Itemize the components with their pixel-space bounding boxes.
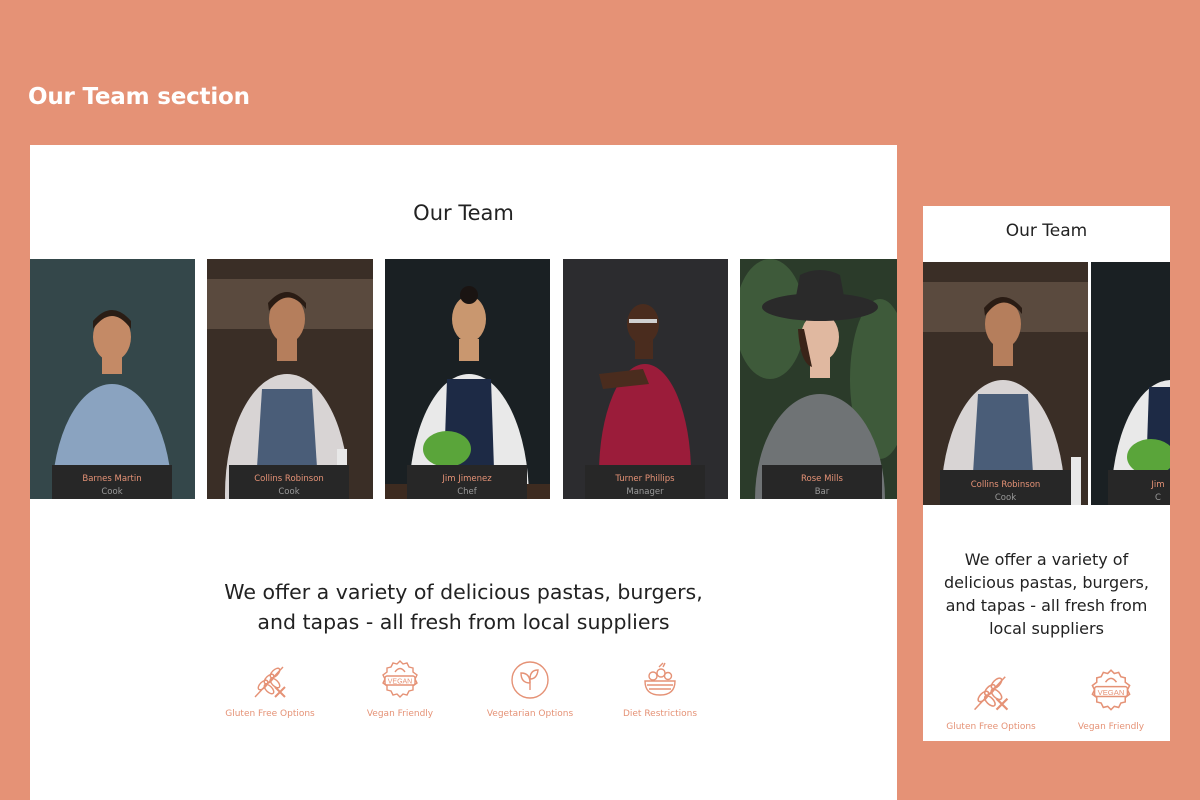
tagline: We offer a variety of delicious pastas, … bbox=[30, 577, 897, 637]
team-card-barnes-martin[interactable]: Barnes Martin Cook bbox=[30, 259, 195, 499]
name-plate: Barnes Martin Cook bbox=[52, 465, 172, 499]
feature-label: Vegan Friendly bbox=[366, 709, 434, 719]
member-role: C bbox=[1155, 493, 1161, 503]
member-role: Bar bbox=[814, 487, 830, 497]
team-card-collins-robinson[interactable]: Collins Robinson Cook bbox=[923, 262, 1088, 505]
vegan-badge-icon: VEGAN bbox=[382, 660, 418, 698]
member-name: Rose Mills bbox=[801, 474, 843, 484]
desktop-preview: Our Team Barnes Martin Cook Collins Robi… bbox=[30, 145, 897, 800]
member-name: Jim bbox=[1151, 480, 1165, 490]
member-role: Cook bbox=[994, 493, 1017, 503]
member-name: Jim Jimenez bbox=[442, 474, 492, 484]
feature-vegetarian: Vegetarian Options bbox=[470, 659, 590, 719]
name-plate: Jim Jimenez Chef bbox=[407, 465, 527, 499]
vegan-badge-icon: VEGAN bbox=[1091, 669, 1131, 711]
person-photo-icon bbox=[923, 262, 1088, 505]
member-name: Barnes Martin bbox=[82, 474, 142, 484]
feature-vegan: VEGAN Vegan Friendly bbox=[1051, 668, 1170, 732]
name-plate: Rose Mills Bar bbox=[762, 465, 882, 499]
section-label: Our Team section bbox=[28, 84, 250, 110]
member-role: Cook bbox=[101, 487, 123, 497]
member-role: Manager bbox=[626, 487, 664, 497]
tagline-line: We offer a variety of delicious pastas, … bbox=[224, 580, 703, 604]
svg-text:VEGAN: VEGAN bbox=[388, 679, 413, 686]
feature-diet: Diet Restrictions bbox=[600, 659, 720, 719]
svg-text:VEGAN: VEGAN bbox=[1098, 688, 1125, 697]
name-plate: Turner Phillips Manager bbox=[585, 465, 705, 499]
person-photo-icon bbox=[1091, 262, 1170, 505]
feature-label: Gluten Free Options bbox=[946, 722, 1036, 732]
tagline-line: delicious pastas, burgers, bbox=[944, 573, 1149, 592]
person-photo-icon bbox=[207, 259, 373, 499]
mobile-preview: Our Team Collins Robinson Cook Jim C We … bbox=[923, 206, 1170, 741]
team-card-rose-mills[interactable]: Rose Mills Bar bbox=[740, 259, 897, 499]
gluten-free-icon bbox=[254, 666, 286, 698]
team-heading: Our Team bbox=[1005, 221, 1088, 241]
team-card-jim-jimenez[interactable]: Jim Jimenez Chef bbox=[385, 259, 550, 499]
tagline-line: and tapas - all fresh from local supplie… bbox=[257, 610, 670, 634]
tagline-line: We offer a variety of bbox=[964, 550, 1129, 569]
person-photo-icon bbox=[385, 259, 550, 499]
person-photo-icon bbox=[30, 259, 195, 499]
person-photo-icon bbox=[563, 259, 728, 499]
person-photo-icon bbox=[740, 259, 897, 499]
salad-bowl-icon bbox=[644, 662, 676, 696]
name-plate: Collins Robinson Cook bbox=[229, 465, 349, 499]
leaf-icon bbox=[511, 661, 549, 699]
tagline: We offer a variety of delicious pastas, … bbox=[923, 548, 1170, 640]
name-plate: Jim C bbox=[1108, 470, 1170, 505]
member-name: Collins Robinson bbox=[254, 474, 324, 484]
member-role: Cook bbox=[278, 487, 300, 497]
feature-label: Vegan Friendly bbox=[1077, 722, 1145, 732]
feature-vegan: VEGAN Vegan Friendly bbox=[340, 659, 460, 719]
name-plate: Collins Robinson Cook bbox=[940, 470, 1071, 505]
feature-gluten-free: Gluten Free Options bbox=[931, 668, 1051, 732]
feature-label: Vegetarian Options bbox=[486, 709, 574, 719]
feature-label: Diet Restrictions bbox=[622, 709, 698, 719]
feature-gluten-free: Gluten Free Options bbox=[210, 659, 330, 719]
member-role: Chef bbox=[457, 487, 477, 497]
member-name: Collins Robinson bbox=[970, 480, 1041, 490]
tagline-line: and tapas - all fresh from bbox=[945, 596, 1148, 615]
tagline-line: local suppliers bbox=[989, 619, 1104, 638]
team-card-collins-robinson[interactable]: Collins Robinson Cook bbox=[207, 259, 373, 499]
gluten-free-icon bbox=[974, 676, 1009, 711]
team-card-turner-phillips[interactable]: Turner Phillips Manager bbox=[563, 259, 728, 499]
feature-label: Gluten Free Options bbox=[225, 709, 315, 719]
member-name: Turner Phillips bbox=[615, 474, 675, 484]
team-card-jim-jimenez[interactable]: Jim C bbox=[1091, 262, 1170, 505]
team-heading: Our Team bbox=[413, 201, 514, 225]
